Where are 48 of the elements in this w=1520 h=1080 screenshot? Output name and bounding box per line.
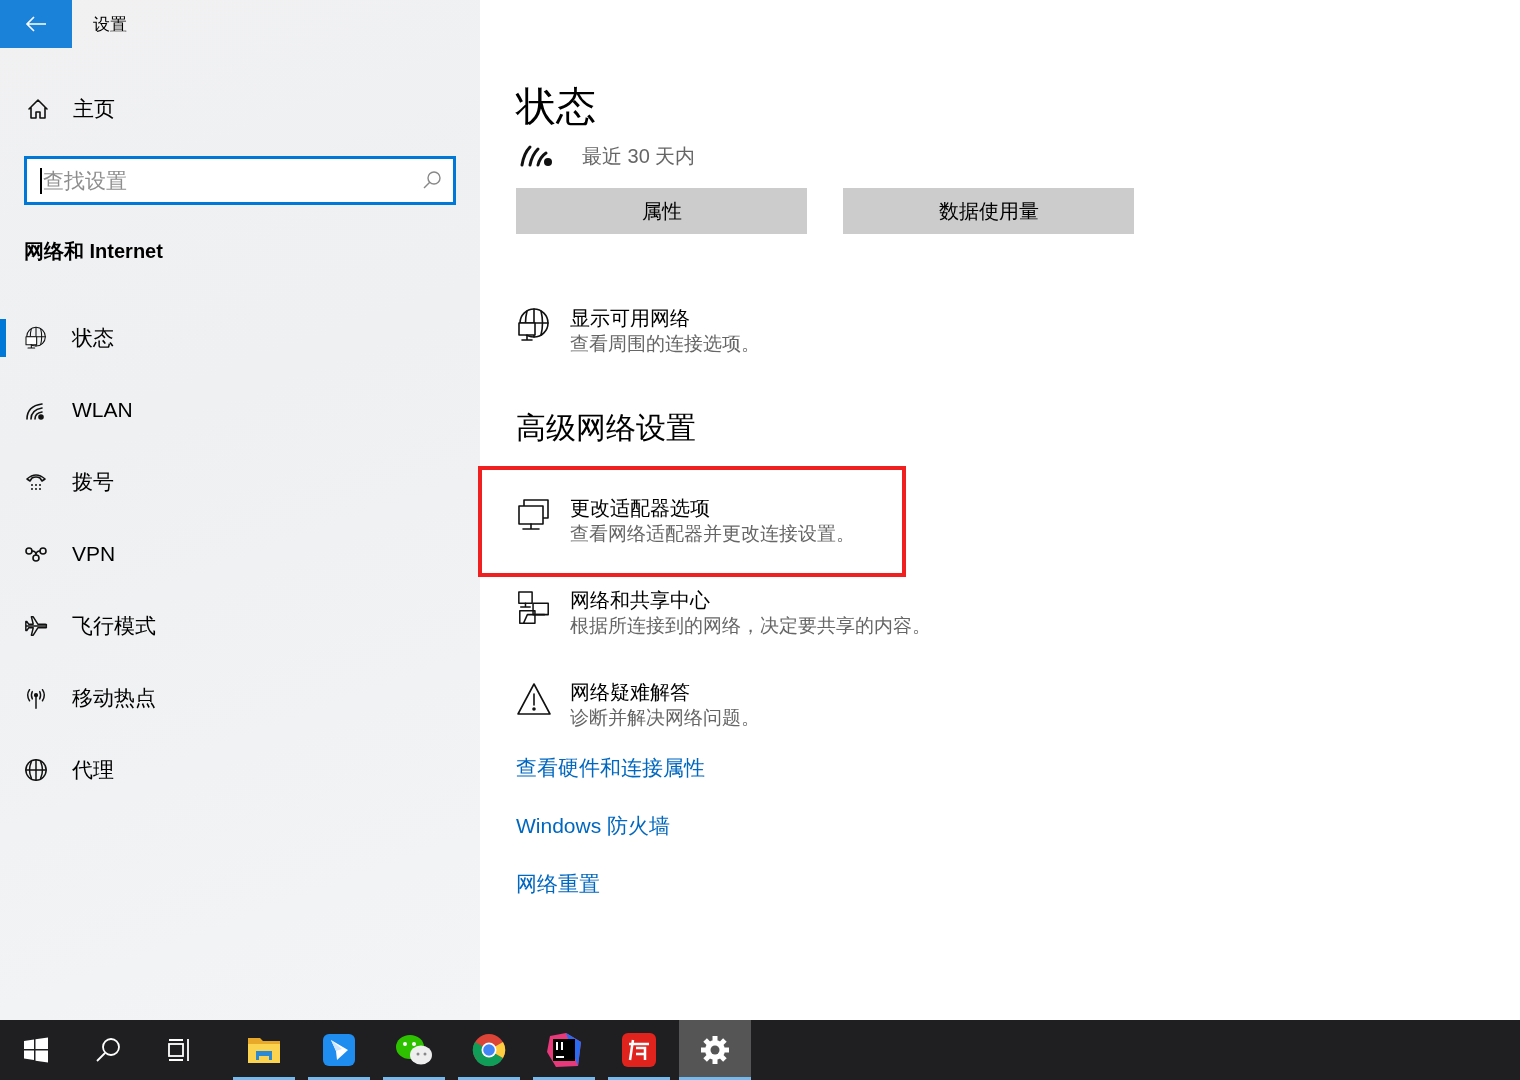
nav-item[interactable]: 状态 [0,302,480,374]
page-title: 状态 [516,83,597,130]
ide-icon [546,1032,582,1068]
folder-icon [247,1035,281,1065]
settings-button[interactable]: 数据使用量 [843,188,1134,234]
settings-link[interactable]: 网络重置 [516,869,600,899]
usage-period: 最近 30 天内 [582,143,696,169]
home-icon[interactable] [26,97,50,121]
option-title[interactable]: 网络疑难解答 [570,679,760,705]
settings-button[interactable]: 属性 [516,188,807,234]
nav-item[interactable]: 移动热点 [0,662,480,734]
option-title[interactable]: 网络和共享中心 [570,587,931,613]
nav-item[interactable]: WLAN [0,374,480,446]
network-devices-icon [516,589,552,627]
option-title[interactable]: 更改适配器选项 [570,495,855,521]
back-arrow-icon [25,15,47,33]
globe-monitor-icon [516,307,552,343]
window-title: 设置 [93,13,127,36]
browser-icon [472,1033,506,1067]
search-icon[interactable] [422,170,442,190]
text-cursor [40,168,42,194]
section-heading: 高级网络设置 [516,410,697,446]
home-link[interactable]: 主页 [73,95,115,123]
search-field[interactable]: 查找设置 [24,156,456,205]
globe-icon [24,757,48,783]
dictionary-icon [621,1032,657,1068]
globe-monitor-icon [24,325,48,351]
option-description: 诊断并解决网络问题。 [570,706,760,730]
nav-item[interactable]: 拨号 [0,446,480,518]
section-title: 网络和 Internet [24,239,164,264]
nav-item[interactable]: 飞行模式 [0,590,480,662]
option-description: 查看周围的连接选项。 [570,332,760,356]
settings-icon [700,1035,730,1065]
paper-plane-icon [322,1033,356,1067]
option-title[interactable]: 显示可用网络 [570,305,760,331]
option-description: 查看网络适配器并更改连接设置。 [570,522,855,546]
chat-bubbles-icon [395,1033,433,1067]
search-icon [95,1037,121,1063]
start-icon [23,1037,49,1063]
warning-icon [516,681,552,717]
monitors-icon [516,497,552,533]
taskbar-button[interactable] [679,1020,751,1080]
option-description: 根据所连接到的网络，决定要共享的内容。 [570,614,931,638]
nav-item[interactable]: VPN [0,518,480,590]
settings-link[interactable]: 查看硬件和连接属性 [516,753,705,783]
airplane-icon [24,613,48,639]
nav-item[interactable]: 代理 [0,734,480,806]
settings-link[interactable]: Windows 防火墙 [516,811,671,841]
